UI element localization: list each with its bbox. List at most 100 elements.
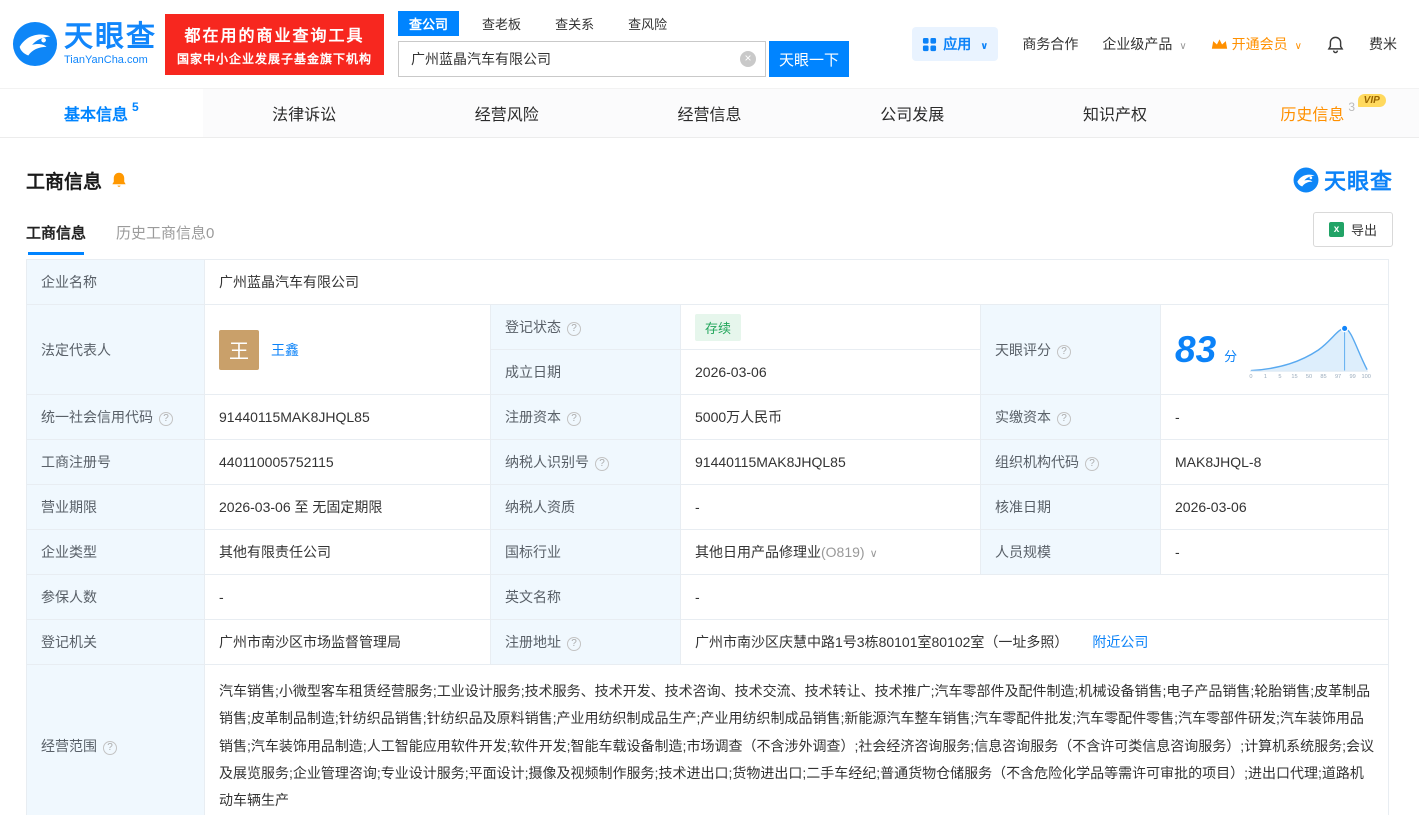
table-row: 工商注册号 440110005752115 纳税人识别号 91440115MAK…: [26, 439, 1389, 485]
table-row: 营业期限 2026-03-06 至 无固定期限 纳税人资质 - 核准日期 202…: [26, 484, 1389, 530]
label-business-scope: 经营范围: [26, 663, 205, 815]
search-row: 天眼一下: [398, 41, 850, 77]
help-icon[interactable]: [1057, 344, 1071, 359]
value-paid-capital: -: [1160, 394, 1389, 440]
nearby-companies-link[interactable]: 附近公司: [1092, 634, 1148, 650]
promo-line2: 国家中小企业发展子基金旗下机构: [177, 51, 373, 66]
score-distribution-chart: 0 1 5 15 50 85 97 99 100: [1249, 324, 1371, 380]
label-english-name: 英文名称: [490, 574, 681, 620]
tianyancha-logo-icon: [12, 21, 58, 67]
notification-bell-button[interactable]: [1326, 35, 1345, 54]
label-company-name: 企业名称: [26, 259, 205, 305]
svg-text:99: 99: [1350, 374, 1356, 380]
nav-open-vip[interactable]: 开通会员: [1211, 34, 1302, 54]
label-credit-code: 统一社会信用代码: [26, 394, 205, 440]
top-header: 天眼查 TianYanCha.com 都在用的商业查询工具 国家中小企业发展子基…: [0, 0, 1419, 88]
help-icon[interactable]: [1085, 457, 1099, 471]
subtab-business-info[interactable]: 工商信息: [26, 222, 86, 255]
table-row: 统一社会信用代码 91440115MAK8JHQL85 注册资本 5000万人民…: [26, 394, 1389, 440]
search-tab-relation[interactable]: 查关系: [544, 11, 605, 36]
chevron-down-icon: [1292, 36, 1302, 52]
help-icon[interactable]: [1057, 412, 1071, 426]
tab-intellectual-property[interactable]: 知识产权: [1014, 89, 1217, 137]
search-tab-company[interactable]: 查公司: [398, 11, 460, 36]
help-icon[interactable]: [567, 322, 581, 336]
industry-code: (O819): [821, 544, 865, 560]
tianyancha-logo-icon: [1293, 167, 1319, 193]
label-insured-count: 参保人数: [26, 574, 205, 620]
tab-operating-info[interactable]: 经营信息: [608, 89, 811, 137]
value-reg-capital: 5000万人民币: [680, 394, 981, 440]
label-staff-size: 人员规模: [980, 529, 1161, 575]
table-row: 经营范围 汽车销售;小微型客车租赁经营服务;工业设计服务;技术服务、技术开发、技…: [26, 663, 1389, 815]
svg-text:5: 5: [1279, 374, 1282, 380]
tab-company-development[interactable]: 公司发展: [811, 89, 1014, 137]
table-row: 企业名称 广州蓝晶汽车有限公司: [26, 259, 1389, 305]
value-reg-status: 存续: [680, 304, 981, 350]
tab-legal-proceedings[interactable]: 法律诉讼: [203, 89, 406, 137]
help-icon[interactable]: [103, 741, 117, 756]
svg-text:15: 15: [1292, 374, 1298, 380]
tab-operating-risk[interactable]: 经营风险: [405, 89, 608, 137]
search-input[interactable]: [398, 41, 767, 77]
label-legal-rep: 法定代表人: [26, 304, 205, 395]
apps-menu-button[interactable]: 应用: [912, 27, 999, 61]
tab-label: 历史信息: [1280, 107, 1345, 124]
nav-business-cooperation[interactable]: 商务合作: [1022, 34, 1078, 54]
chevron-down-icon[interactable]: [865, 544, 878, 560]
tab-history-info[interactable]: 历史信息 3 VIP: [1216, 89, 1419, 137]
value-industry: 其他日用产品修理业(O819): [680, 529, 981, 575]
subtab-history-business-info[interactable]: 历史工商信息0: [116, 222, 214, 255]
label-establish-date: 成立日期: [490, 349, 681, 395]
value-credit-code: 91440115MAK8JHQL85: [204, 394, 491, 440]
label-reg-authority: 登记机关: [26, 619, 205, 665]
label-approval-date: 核准日期: [980, 484, 1161, 530]
clear-icon[interactable]: [740, 51, 757, 67]
search-tabs: 查公司 查老板 查关系 查风险: [398, 11, 849, 36]
page-title: 工商信息: [26, 171, 103, 193]
export-button[interactable]: 导出: [1312, 212, 1393, 247]
nav-user[interactable]: 费米: [1369, 34, 1397, 54]
logo-text-en: TianYanCha.com: [64, 53, 148, 66]
tab-label: 知识产权: [1082, 107, 1147, 124]
tab-label: 基本信息: [64, 107, 129, 124]
value-english-name: -: [680, 574, 1389, 620]
crown-icon: [1211, 38, 1227, 49]
business-info-table: 企业名称 广州蓝晶汽车有限公司 法定代表人 王 王鑫 登记状态 存续 天眼评分 …: [26, 259, 1389, 815]
value-business-term: 2026-03-06 至 无固定期限: [204, 484, 491, 530]
help-icon[interactable]: [595, 457, 609, 471]
search-tab-risk[interactable]: 查风险: [617, 11, 678, 36]
chevron-down-icon: [1176, 36, 1186, 52]
value-staff-size: -: [1160, 529, 1389, 575]
table-row: 登记机关 广州市南沙区市场监督管理局 注册地址 广州市南沙区庆慧中路1号3栋80…: [26, 619, 1389, 665]
value-approval-date: 2026-03-06: [1160, 484, 1389, 530]
label-company-type: 企业类型: [26, 529, 205, 575]
legal-rep-avatar[interactable]: 王: [219, 329, 259, 370]
nav-enterprise-products[interactable]: 企业级产品: [1102, 34, 1186, 54]
score-value: 83: [1175, 328, 1217, 370]
promo-line1: 都在用的商业查询工具: [184, 27, 365, 45]
header-nav: 应用 商务合作 企业级产品 开通会员 费米: [912, 27, 1397, 61]
search-button[interactable]: 天眼一下: [769, 41, 850, 77]
svg-text:100: 100: [1362, 374, 1371, 380]
main-tab-bar: 基本信息 5 法律诉讼 经营风险 经营信息 公司发展 知识产权 历史信息 3 V…: [0, 88, 1419, 138]
label-business-term: 营业期限: [26, 484, 205, 530]
help-icon[interactable]: [567, 412, 581, 426]
svg-text:97: 97: [1335, 374, 1341, 380]
help-icon[interactable]: [567, 637, 581, 651]
legal-rep-link[interactable]: 王鑫: [271, 340, 299, 360]
help-icon[interactable]: [159, 412, 173, 426]
value-establish-date: 2026-03-06: [680, 349, 981, 395]
label-reg-number: 工商注册号: [26, 439, 205, 485]
svg-text:0: 0: [1249, 374, 1252, 380]
search-tab-boss[interactable]: 查老板: [471, 11, 532, 36]
tab-count: 5: [132, 100, 139, 114]
value-company-type: 其他有限责任公司: [204, 529, 491, 575]
tianyancha-logo[interactable]: 天眼查 TianYanCha.com: [12, 21, 157, 67]
section-header: 工商信息 天眼查: [0, 138, 1419, 196]
subscribe-bell-icon[interactable]: [110, 171, 128, 189]
svg-text:50: 50: [1306, 374, 1312, 380]
label-industry: 国标行业: [490, 529, 681, 575]
tab-basic-info[interactable]: 基本信息 5: [0, 89, 203, 137]
value-taxpayer-id: 91440115MAK8JHQL85: [680, 439, 981, 485]
